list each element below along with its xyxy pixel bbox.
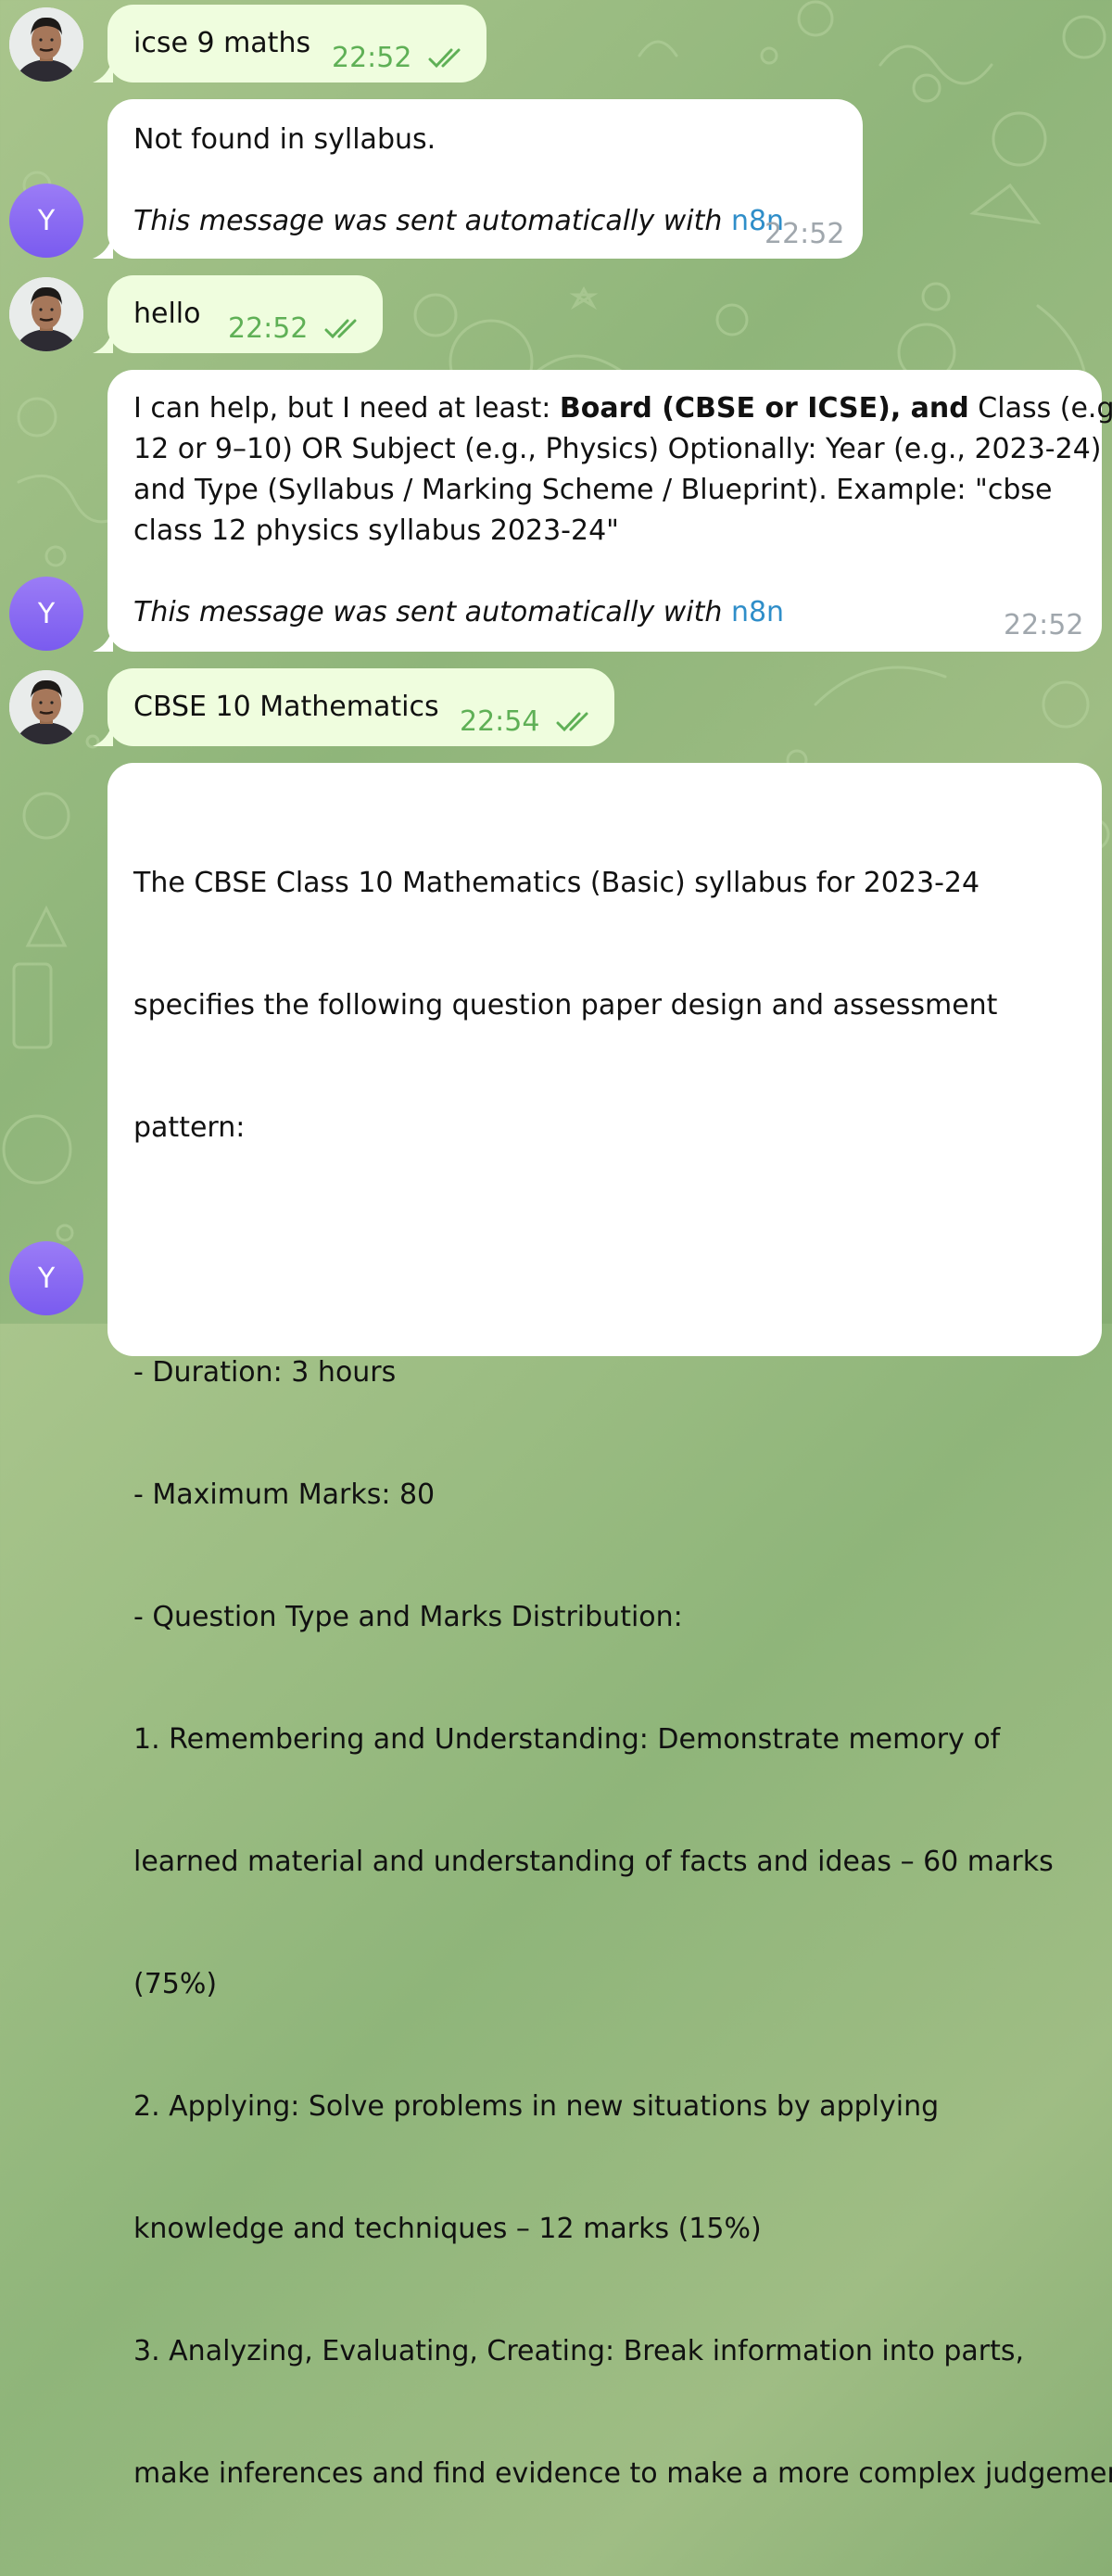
avatar-letter: Y bbox=[37, 597, 56, 630]
text-line: specifies the following question paper d… bbox=[133, 989, 998, 1022]
text-line: The CBSE Class 10 Mathematics (Basic) sy… bbox=[133, 867, 980, 899]
message-bubble-outgoing[interactable]: hello 22:52 bbox=[93, 275, 383, 353]
text-segment: I can help, but I need at least: bbox=[133, 392, 560, 425]
text-line: - Duration: 3 hours bbox=[133, 1356, 397, 1389]
n8n-link[interactable]: n8n bbox=[731, 596, 784, 628]
text-line: (75%) bbox=[133, 1968, 218, 2000]
text-line: pattern: bbox=[133, 1111, 246, 1144]
text-line: 2. Applying: Solve problems in new situa… bbox=[133, 2090, 940, 2123]
bubble-tail bbox=[93, 329, 113, 353]
user-avatar[interactable] bbox=[9, 277, 83, 351]
message-time: 22:52 bbox=[764, 218, 845, 250]
auto-sent-note: This message was sent automatically with… bbox=[133, 592, 784, 633]
message-bubble-incoming[interactable]: The CBSE Class 10 Mathematics (Basic) sy… bbox=[107, 763, 1112, 2490]
double-check-icon bbox=[556, 712, 588, 732]
message-time: 22:54 bbox=[460, 705, 540, 738]
avatar-letter: Y bbox=[37, 204, 56, 237]
text-line bbox=[133, 1230, 1112, 1271]
message-text: Not found in syllabus. bbox=[133, 123, 436, 156]
text-line: make inferences and find evidence to mak… bbox=[133, 2457, 1112, 2490]
bot-avatar[interactable]: Y bbox=[9, 184, 83, 258]
text-line: class 12 physics syllabus 2023-24" bbox=[133, 514, 619, 547]
message-time: 22:52 bbox=[332, 42, 412, 74]
message-bubble-incoming[interactable]: Not found in syllabus. This message was … bbox=[93, 99, 863, 259]
message-time: 22:52 bbox=[228, 312, 309, 345]
text-line: - Question Type and Marks Distribution: bbox=[133, 1601, 683, 1633]
text-line: - Maximum Marks: 80 bbox=[133, 1478, 436, 1511]
bubble-tail bbox=[93, 722, 113, 746]
bubble-tail bbox=[93, 628, 113, 652]
user-photo-icon bbox=[9, 670, 83, 744]
text-line: learned material and understanding of fa… bbox=[133, 1846, 1054, 1878]
bold-segment: Board (CBSE or ICSE), and bbox=[559, 392, 969, 425]
double-check-icon bbox=[428, 48, 461, 69]
auto-sent-text: This message was sent automatically with bbox=[133, 596, 731, 628]
double-check-icon bbox=[324, 319, 357, 339]
bot-avatar[interactable]: Y bbox=[9, 1241, 83, 1315]
user-avatar[interactable] bbox=[9, 7, 83, 82]
avatar-letter: Y bbox=[37, 1262, 56, 1295]
message-text: I can help, but I need at least: Board (… bbox=[133, 388, 1112, 552]
message-text: The CBSE Class 10 Mathematics (Basic) sy… bbox=[133, 781, 1112, 2576]
text-line: knowledge and techniques – 12 marks (15%… bbox=[133, 2213, 762, 2245]
message-bubble-outgoing[interactable]: icse 9 maths 22:52 bbox=[93, 5, 486, 82]
message-text: icse 9 maths bbox=[133, 27, 311, 59]
bubble-tail bbox=[93, 58, 113, 82]
message-text: CBSE 10 Mathematics bbox=[133, 691, 439, 723]
text-line: I can help, but I need at least: Board (… bbox=[133, 388, 1112, 429]
message-bubble-outgoing[interactable]: CBSE 10 Mathematics 22:54 bbox=[93, 668, 614, 746]
user-photo-icon bbox=[9, 277, 83, 351]
text-line: and Type (Syllabus / Marking Scheme / Bl… bbox=[133, 474, 1053, 506]
message-bubble-incoming[interactable]: I can help, but I need at least: Board (… bbox=[93, 370, 1112, 652]
text-line: 1. Remembering and Understanding: Demons… bbox=[133, 1723, 1001, 1756]
user-avatar[interactable] bbox=[9, 670, 83, 744]
message-text: hello bbox=[133, 298, 201, 330]
text-segment: Class (e.g., bbox=[978, 392, 1112, 425]
bot-avatar[interactable]: Y bbox=[9, 577, 83, 651]
user-photo-icon bbox=[9, 7, 83, 82]
message-time: 22:52 bbox=[1004, 609, 1084, 641]
text-line: 3. Analyzing, Evaluating, Creating: Brea… bbox=[133, 2335, 1025, 2367]
auto-sent-note: This message was sent automatically with… bbox=[133, 201, 784, 242]
text-line: 12 or 9–10) OR Subject (e.g., Physics) O… bbox=[133, 433, 1102, 465]
auto-sent-text: This message was sent automatically with bbox=[133, 205, 731, 237]
bubble-tail bbox=[93, 235, 113, 259]
